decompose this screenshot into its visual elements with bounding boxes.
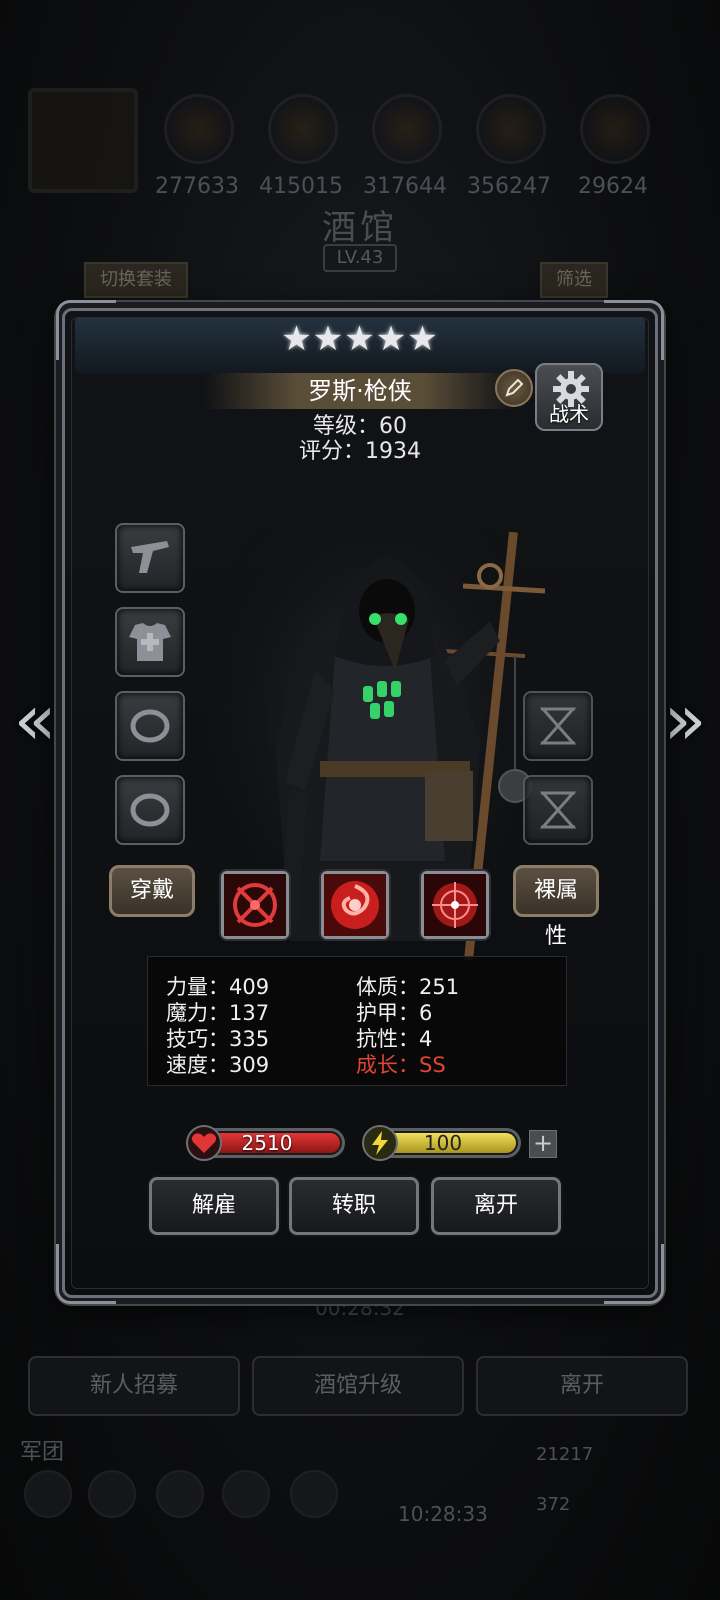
crosshair-skill-icon: [224, 874, 286, 936]
hero-name: 罗斯·枪侠: [205, 373, 515, 409]
resource-icon: [164, 94, 234, 164]
menu-icon[interactable]: [88, 1470, 136, 1518]
accessory-slot[interactable]: [523, 775, 593, 845]
bottom-bar: 军团 21217 372 10:28:33: [0, 1430, 720, 1600]
hourglass-icon: [539, 707, 577, 745]
tavern-title: 酒馆: [322, 208, 398, 248]
skill-slot[interactable]: [221, 871, 289, 939]
resource-value: 415015: [259, 174, 343, 199]
prev-hero-arrow-icon[interactable]: «: [10, 685, 60, 760]
tactics-label: 战术: [549, 402, 589, 426]
resource-icon: [268, 94, 338, 164]
wear-button[interactable]: 穿戴: [109, 865, 195, 917]
filter-button[interactable]: 筛选: [540, 262, 608, 298]
hourglass-icon: [539, 791, 577, 829]
next-hero-arrow-icon[interactable]: »: [660, 685, 710, 760]
armor-slot[interactable]: [115, 607, 185, 677]
naked-attributes-button[interactable]: 裸属性: [513, 865, 599, 949]
target-skill-icon: [424, 874, 486, 936]
ring-slot[interactable]: [115, 775, 185, 845]
menu-icon[interactable]: [222, 1470, 270, 1518]
gem-value: 372: [536, 1494, 571, 1515]
pistol-icon: [131, 541, 169, 573]
player-portrait: [28, 88, 138, 193]
resource-row: 277633 415015 317644 356247 29624: [24, 88, 696, 199]
resource-value: 356247: [467, 174, 551, 199]
lightning-icon: [362, 1125, 398, 1161]
resource-value: 317644: [363, 174, 447, 199]
weapon-slot[interactable]: [115, 523, 185, 593]
menu-icon[interactable]: [156, 1470, 204, 1518]
stats-box: 力量：409 魔力：137 技巧：335 速度：309 体质：251 护甲：6 …: [147, 956, 567, 1086]
ring-slot[interactable]: [115, 691, 185, 761]
energy-bar: 100: [362, 1125, 521, 1161]
armor-icon: [129, 623, 171, 661]
add-energy-button[interactable]: +: [529, 1130, 557, 1158]
vortex-skill-icon: [324, 874, 386, 936]
star-rating: ★★★★★: [281, 319, 439, 359]
gold-value: 21217: [536, 1444, 594, 1465]
rename-button[interactable]: [495, 369, 533, 407]
tavern-upgrade-button[interactable]: 酒馆升级: [252, 1356, 464, 1416]
stat-speed: 速度：309: [166, 1053, 270, 1077]
frame-ornament: [604, 300, 664, 360]
hp-bar: 2510: [186, 1125, 345, 1161]
change-job-button[interactable]: 转职: [289, 1177, 419, 1235]
pencil-icon: [505, 379, 523, 397]
dismiss-button[interactable]: 解雇: [149, 1177, 279, 1235]
clock: 10:28:33: [398, 1502, 488, 1526]
hero-score: 评分：1934: [299, 439, 421, 464]
skill-slot[interactable]: [321, 871, 389, 939]
heart-icon: [186, 1125, 222, 1161]
frame-ornament: [56, 300, 116, 360]
tavern-level: LV.43: [323, 244, 397, 272]
menu-icon[interactable]: [24, 1470, 72, 1518]
tavern-button-row: 新人招募 酒馆升级 离开: [28, 1356, 692, 1416]
recruit-button[interactable]: 新人招募: [28, 1356, 240, 1416]
menu-icon[interactable]: [290, 1470, 338, 1518]
stat-growth: 成长：SS: [356, 1053, 446, 1077]
skill-slot[interactable]: [421, 871, 489, 939]
corps-label: 军团: [20, 1440, 65, 1465]
switch-set-button[interactable]: 切换套装: [84, 262, 188, 298]
resource-value: 277633: [155, 174, 239, 199]
tactics-button[interactable]: 战术: [535, 363, 603, 431]
leave-button[interactable]: 离开: [431, 1177, 561, 1235]
ring-icon: [130, 709, 170, 743]
ring-icon: [130, 793, 170, 827]
tavern-leave-button[interactable]: 离开: [476, 1356, 688, 1416]
accessory-slot[interactable]: [523, 691, 593, 761]
resource-value: 29624: [578, 174, 648, 199]
resource-icon: [476, 94, 546, 164]
frame-ornament: [604, 1244, 664, 1304]
frame-ornament: [56, 1244, 116, 1304]
resource-icon: [580, 94, 650, 164]
resource-icon: [372, 94, 442, 164]
hero-detail-panel: ★★★★★ 罗斯·枪侠 等级：60 评分：1934 战术 穿戴 裸属性 力量：4…: [62, 308, 658, 1298]
